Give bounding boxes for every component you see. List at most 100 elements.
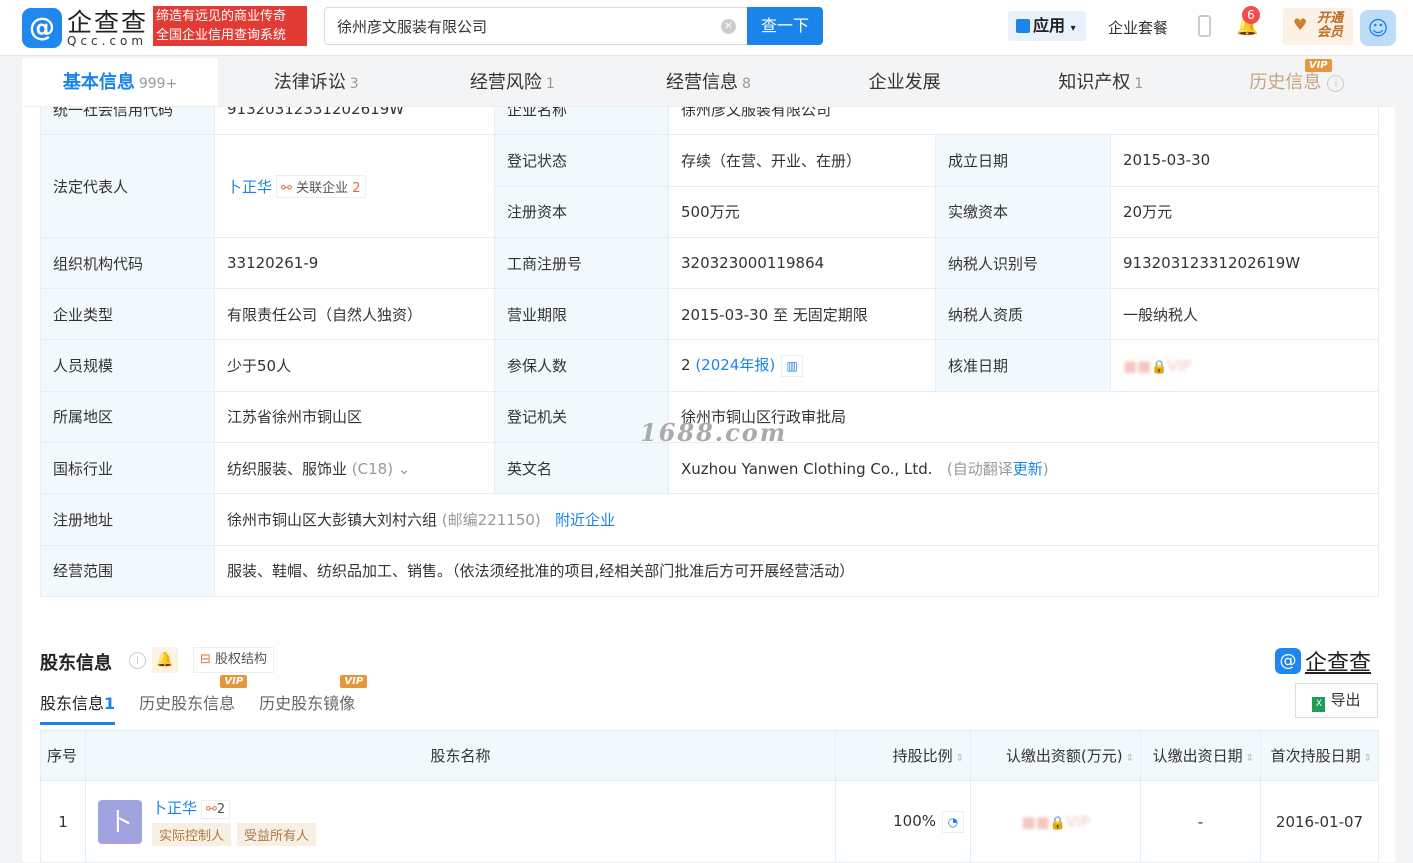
address-cell: 徐州市铜山区大彭镇大刘村六组 (邮编221150) 附近企业 <box>213 493 1380 546</box>
user-avatar[interactable]: ☺ <box>1360 10 1396 46</box>
sort-icon[interactable]: ⇕ <box>1364 753 1372 764</box>
update-link[interactable]: 更新 <box>1013 460 1043 478</box>
chart-icon[interactable]: ▥ <box>781 355 804 378</box>
chevron-down-icon[interactable]: ⌄ <box>398 460 411 478</box>
nearby-companies-link[interactable]: 附近企业 <box>555 511 615 529</box>
pie-chart-icon[interactable]: ◔ <box>942 810 964 833</box>
industry-value: 纺织服装、服饰业 <box>227 459 348 478</box>
approve-date-cell: ■■🔒VIP <box>1109 339 1380 392</box>
tab-basic-info[interactable]: 基本信息 999+ <box>22 58 219 106</box>
column-header-sortable[interactable]: 首次持股日期 ⇕ <box>1260 730 1379 781</box>
vip-locked[interactable]: VIP <box>1066 813 1090 831</box>
lock-icon[interactable]: 🔒 <box>1050 816 1066 831</box>
tab-risk[interactable]: 经营风险 1 <box>414 58 610 106</box>
founded-value: 2015-03-30 <box>1109 134 1380 187</box>
sub-date-value: - <box>1140 780 1261 863</box>
header-label: 认缴出资日期 <box>1152 747 1243 765</box>
vip-locked[interactable]: VIP <box>1168 357 1192 375</box>
tab-ip[interactable]: 知识产权 1 <box>1003 58 1199 106</box>
clear-icon[interactable]: ✕ <box>721 19 736 34</box>
subtab-history-shareholders[interactable]: 历史股东信息 VIP <box>139 675 248 725</box>
tab-count: 3 <box>349 76 359 92</box>
column-header: 序号 <box>40 730 86 781</box>
apps-label: 应用 <box>1033 16 1066 35</box>
insured-value: 2 <box>681 356 691 375</box>
subtab-shareholders[interactable]: 股东信息1 <box>40 690 116 725</box>
field-label: 人员规模 <box>40 339 215 392</box>
section-title: 股东信息 <box>40 653 112 674</box>
header-label: 认缴出资额(万元) <box>1005 747 1123 765</box>
slogan-line1: 缔造有远见的商业传奇 <box>156 9 287 24</box>
search-input[interactable] <box>337 17 717 35</box>
column-header-sortable[interactable]: 认缴出资日期 ⇕ <box>1140 730 1261 781</box>
caret-down-icon: ▾ <box>1070 23 1076 34</box>
table-row: 组织机构代码 33120261-9 工商注册号 320323000119864 … <box>40 236 1380 290</box>
biz-reg-value: 320323000119864 <box>668 236 936 290</box>
enterprise-package-link[interactable]: 企业套餐 <box>1108 17 1168 38</box>
watermark: 1688.com <box>640 418 788 447</box>
table-row: 法定代表人 卜正华 ⚯ 关联企业 2 登记状态 存续（在营、开业、在册） 成立日期… <box>40 134 1380 238</box>
logo-icon: @ <box>22 8 62 48</box>
table-row: 国标行业 纺织服装、服饰业 (C18) ⌄ 英文名 Xuzhou Yanwen … <box>40 442 1380 495</box>
tab-operation[interactable]: 经营信息 8 <box>610 58 806 106</box>
related-count: 2 <box>352 180 361 196</box>
excel-icon: X <box>1312 697 1326 712</box>
taxpayer-id-value: 91320312331202619W <box>1109 236 1380 290</box>
table-row: 注册地址 徐州市铜山区大彭镇大刘村六组 (邮编221150) 附近企业 <box>40 493 1380 546</box>
lock-icon[interactable]: 🔒 <box>1151 360 1167 375</box>
info-icon[interactable]: i <box>1327 75 1345 92</box>
grid-icon <box>1016 19 1030 33</box>
term-value: 2015-03-30 至 无固定期限 <box>668 288 936 341</box>
legal-rep-cell: 卜正华 ⚯ 关联企业 2 <box>214 134 495 238</box>
postcode: (邮编221150) <box>441 511 541 530</box>
subtab-label: 历史股东信息 <box>139 694 236 713</box>
export-label: 导出 <box>1330 691 1361 709</box>
related-companies-button[interactable]: ⚯ 关联企业 2 <box>276 174 366 198</box>
vip-line1: 开通 <box>1317 11 1344 26</box>
industry-cell: 纺织服装、服饰业 (C18) ⌄ <box>214 442 495 495</box>
sort-icon[interactable]: ⇕ <box>1246 753 1254 764</box>
apps-menu[interactable]: 应用 ▾ <box>1008 11 1086 41</box>
top-header: @ 企查查Qcc.com 缔造有远见的商业传奇全国企业信用查询系统 ✕ 查一下 … <box>0 0 1413 56</box>
export-button[interactable]: X 导出 <box>1295 683 1378 718</box>
header-label: 首次持股日期 <box>1270 747 1361 765</box>
legal-rep-link[interactable]: 卜正华 <box>227 178 272 196</box>
shareholder-name-link[interactable]: 卜正华 <box>152 799 197 817</box>
tab-count: 999+ <box>138 76 178 92</box>
field-label: 经营范围 <box>40 544 215 597</box>
info-icon[interactable]: i <box>129 652 146 669</box>
header-label: 持股比例 <box>892 747 953 765</box>
row-index: 1 <box>40 780 86 863</box>
monitor-bell-icon[interactable]: 🔔 <box>152 647 178 673</box>
sort-icon[interactable]: ⇕ <box>1126 753 1134 764</box>
table-row: 企业类型 有限责任公司（自然人独资） 营业期限 2015-03-30 至 无固定… <box>40 288 1380 341</box>
subtab-history-mirror[interactable]: 历史股东镜像 VIP <box>259 675 368 725</box>
vip-crown-icon: ♥ <box>1293 15 1308 34</box>
relation-icon: ⚯ <box>281 180 292 196</box>
insured-cell: 2 (2024年报) ▥ <box>668 339 936 392</box>
column-header-sortable[interactable]: 认缴出资额(万元) ⇕ <box>970 730 1141 781</box>
tab-development[interactable]: 企业发展 <box>807 58 1003 106</box>
tab-history[interactable]: 历史信息 i VIP <box>1199 58 1395 106</box>
notification-badge: 6 <box>1242 6 1260 24</box>
logo[interactable]: @ 企查查 Qcc.com <box>22 8 148 48</box>
tab-legal[interactable]: 法律诉讼 3 <box>218 58 414 106</box>
field-label: 英文名 <box>494 442 669 495</box>
staff-value: 少于50人 <box>214 339 495 392</box>
annual-report-link[interactable]: (2024年报) <box>695 356 775 374</box>
search-box: ✕ 查一下 <box>324 7 823 45</box>
field-label: 所属地区 <box>40 390 215 444</box>
search-button[interactable]: 查一下 <box>747 7 823 45</box>
field-label: 注册地址 <box>40 493 215 546</box>
column-header-sortable[interactable]: 持股比例 ⇕ <box>835 730 971 781</box>
tab-label: 知识产权 <box>1058 72 1131 93</box>
tab-label: 基本信息 <box>62 72 135 93</box>
sort-icon[interactable]: ⇕ <box>956 753 964 764</box>
open-vip-button[interactable]: ♥ 开通 会员 <box>1283 8 1353 45</box>
reg-capital-value: 500万元 <box>668 185 936 238</box>
related-companies-button[interactable]: ⚯2 <box>201 800 231 819</box>
relation-icon: ⚯ <box>206 802 217 817</box>
scope-value: 服装、鞋帽、纺织品加工、销售。（依法须经批准的项目,经相关部门批准后方可开展经营… <box>213 544 1380 597</box>
equity-structure-button[interactable]: ⊟ 股权结构 <box>193 647 275 673</box>
mobile-icon[interactable] <box>1198 15 1211 37</box>
